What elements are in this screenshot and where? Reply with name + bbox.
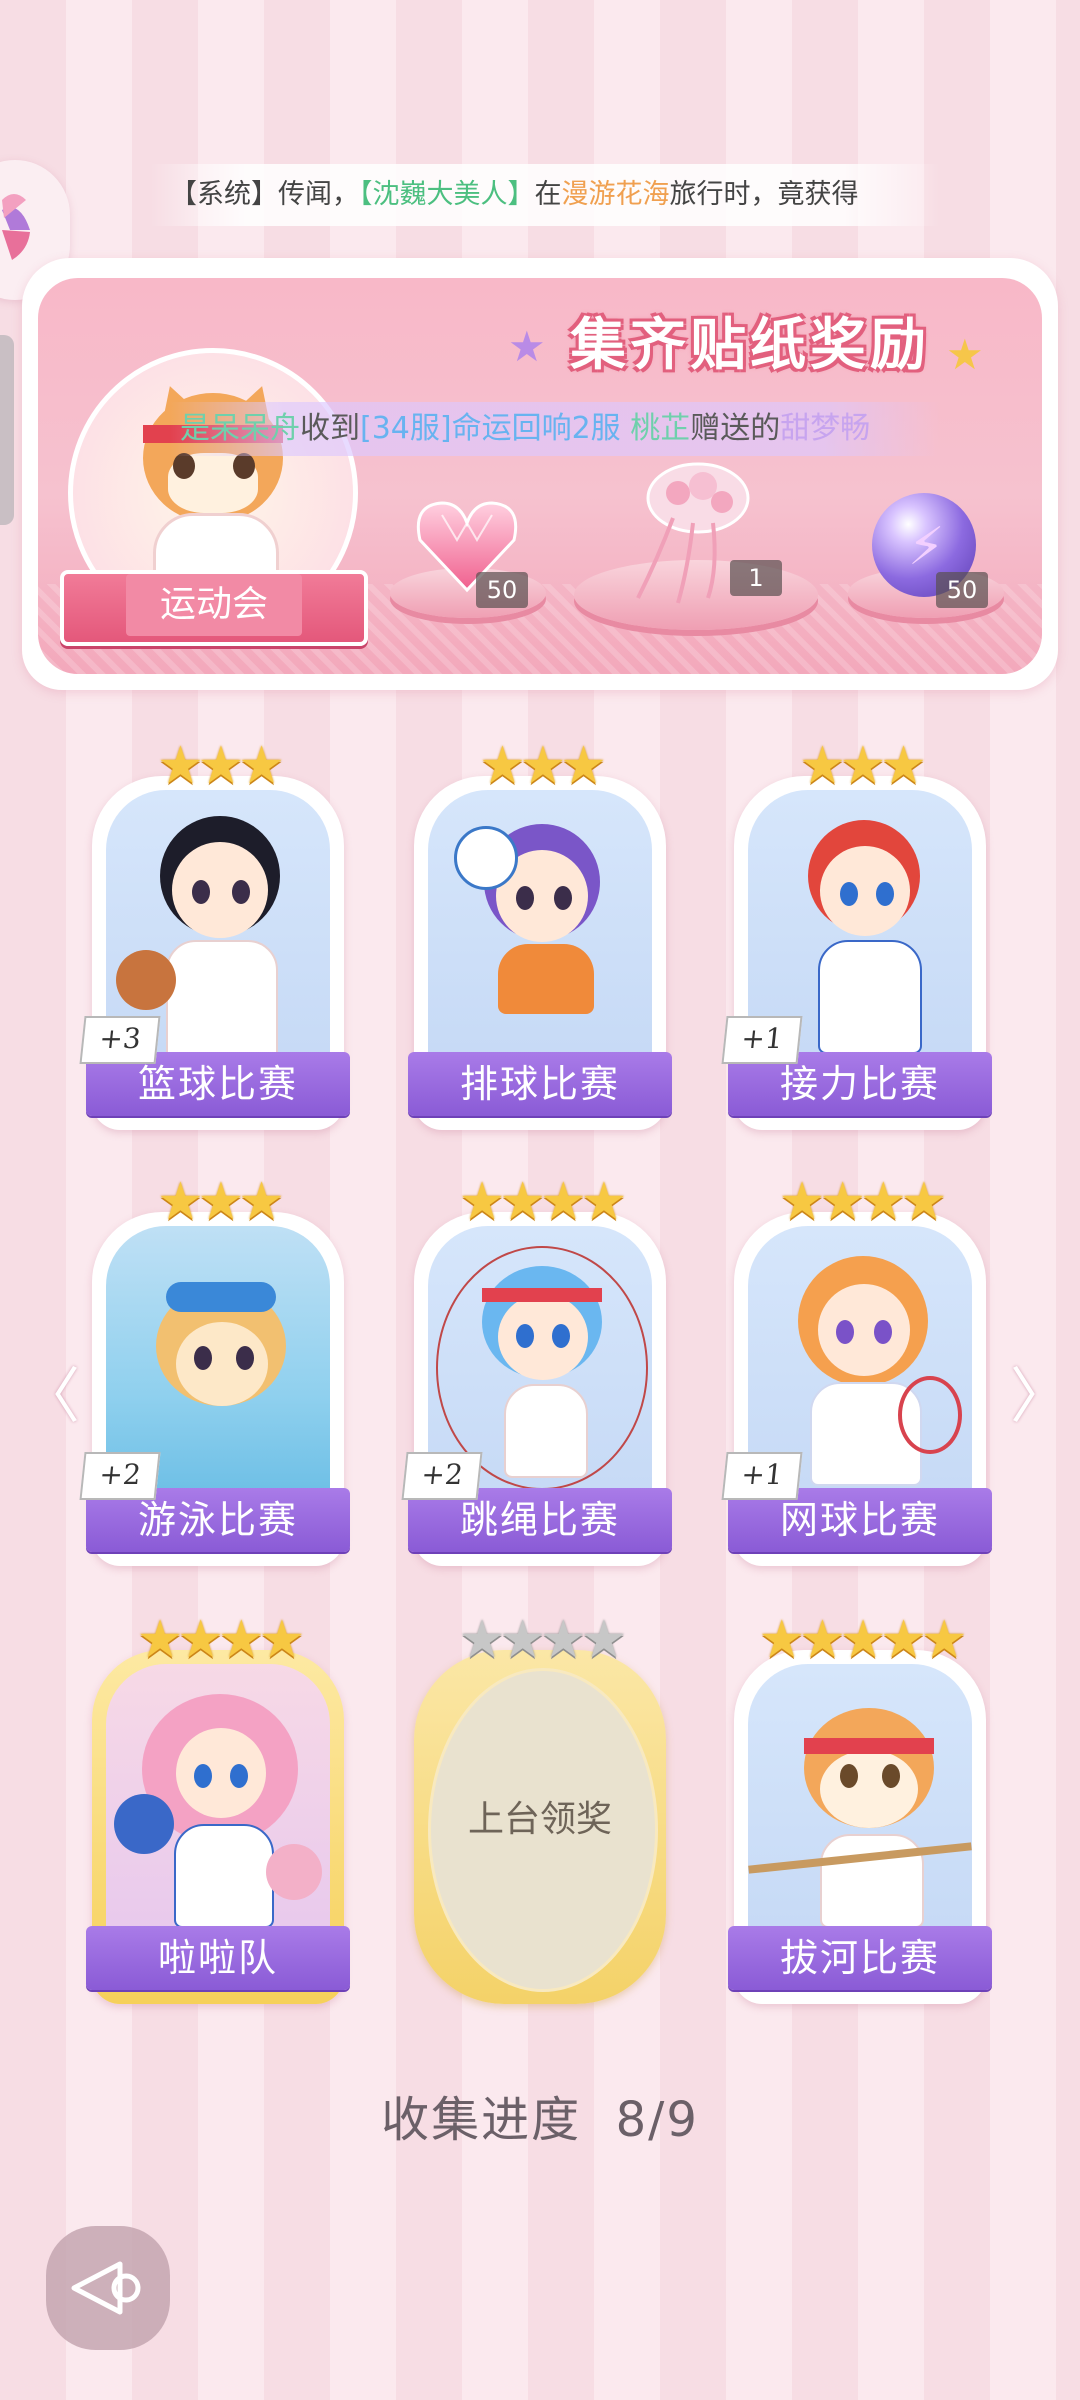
marquee-prefix: 【系统】传闻， bbox=[170, 179, 359, 210]
card-label: 排球比赛 bbox=[408, 1052, 672, 1116]
progress-label: 收集进度 bbox=[381, 2092, 582, 2148]
reward-count: 1 bbox=[730, 560, 782, 596]
marquee-suffix: 旅行时，竟获得 bbox=[669, 179, 859, 210]
lightning-icon: ⚡ bbox=[908, 517, 945, 577]
gift-item: 甜梦畅 bbox=[780, 411, 871, 446]
marquee-player-name: 【沈巍大美人】 bbox=[359, 179, 535, 210]
sticker-card[interactable]: ★★★ 接力比赛 +1 bbox=[721, 736, 992, 1130]
card-label: 啦啦队 bbox=[86, 1926, 350, 1990]
system-broadcast-marquee: 【系统】传闻，【沈巍大美人】在漫游花海旅行时，竟获得 bbox=[150, 164, 940, 226]
reward-count: 50 bbox=[476, 572, 528, 608]
card-stars: ★★★★ bbox=[778, 1172, 947, 1232]
purple-star-icon: ★ bbox=[508, 322, 546, 371]
card-stars: ★★★ bbox=[157, 736, 285, 796]
card-count-badge: +3 bbox=[79, 1016, 161, 1064]
card-stars: ★★★★★ bbox=[758, 1610, 967, 1670]
card-count-badge: +1 bbox=[721, 1016, 803, 1064]
card-stars: ★★★★ bbox=[136, 1610, 305, 1670]
marquee-place: 漫游花海 bbox=[561, 179, 670, 210]
gift-verb: 收到 bbox=[300, 411, 360, 446]
gift-recipient: 桃芷 bbox=[630, 411, 691, 446]
event-name: 运动会 bbox=[125, 574, 302, 636]
event-name-plaque: 运动会 bbox=[60, 570, 368, 646]
gift-sender: 是呆呆舟 bbox=[180, 411, 300, 446]
sticker-card[interactable]: ★★★ 篮球比赛 +3 bbox=[79, 736, 350, 1130]
reward-count: 50 bbox=[936, 572, 988, 608]
progress-value: 8/9 bbox=[615, 2092, 699, 2148]
gift-action: 赠送的 bbox=[690, 411, 781, 446]
next-page-arrow-icon[interactable]: 〉 bbox=[1010, 1348, 1070, 1435]
banner-title: 集齐贴纸奖励 bbox=[570, 313, 930, 378]
gift-server: [34服]命运回响2服 bbox=[360, 411, 621, 446]
card-count-badge: +2 bbox=[401, 1452, 483, 1500]
card-stars: ★★★ bbox=[799, 736, 927, 796]
sticker-card[interactable]: ★★★★★ 拔河比赛 bbox=[728, 1610, 992, 2004]
yellow-star-icon: ★ bbox=[946, 330, 984, 379]
prev-page-arrow-icon[interactable]: 〈 bbox=[20, 1348, 80, 1435]
sticker-card[interactable]: ★★★ 游泳比赛 +2 bbox=[79, 1172, 350, 1566]
sticker-card[interactable]: ★★★★ 网球比赛 +1 bbox=[721, 1172, 992, 1566]
card-count-badge: +1 bbox=[721, 1452, 803, 1500]
sticker-card[interactable]: ★★★★ 啦啦队 bbox=[86, 1610, 350, 2004]
sticker-card[interactable]: ★★★★ 跳绳比赛 +2 bbox=[401, 1172, 672, 1566]
sticker-card[interactable]: ★★★ 排球比赛 bbox=[408, 736, 672, 1130]
card-stars: ★★★ bbox=[479, 736, 607, 796]
card-stars: ★★★ bbox=[157, 1172, 285, 1232]
marquee-mid: 在 bbox=[534, 179, 562, 210]
side-drawer-tab[interactable] bbox=[0, 335, 14, 525]
gift-notification: 是呆呆舟收到[34服]命运回响2服 桃芷赠送的甜梦畅 bbox=[170, 402, 940, 456]
collection-progress: 收集进度 8/9 bbox=[0, 2080, 1080, 2150]
back-arrow-icon bbox=[46, 2226, 170, 2350]
locked-sticker-card[interactable]: 上台领奖 ★★★★ bbox=[414, 1610, 666, 2004]
card-label: 拔河比赛 bbox=[728, 1926, 992, 1990]
card-label: 上台领奖 bbox=[467, 1799, 612, 1840]
card-stars: ★★★★ bbox=[458, 1610, 627, 1670]
card-stars: ★★★★ bbox=[458, 1172, 627, 1232]
card-count-badge: +2 bbox=[79, 1452, 161, 1500]
